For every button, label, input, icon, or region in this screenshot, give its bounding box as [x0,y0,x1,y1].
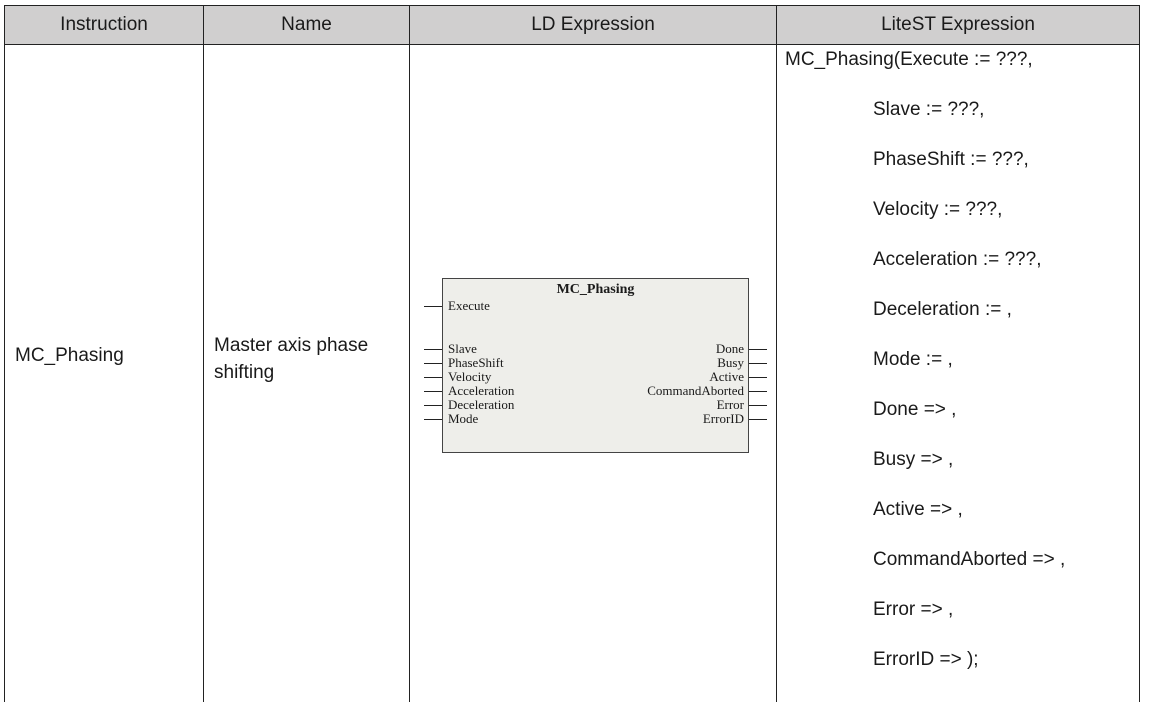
instruction-value: MC_Phasing [15,345,124,366]
ld-input-wire [424,306,442,307]
ld-input-acceleration: Acceleration [448,383,515,398]
table-header-row: Instruction Name LD Expression LiteST Ex… [4,5,1140,45]
ld-input-wire [424,377,442,378]
litest-line: Done => , [873,399,957,420]
ld-input-wire [424,419,442,420]
ld-expression-cell: MC_Phasing Execute Slave PhaseShift Velo… [409,44,777,702]
ld-input-deceleration: Deceleration [448,397,515,412]
ld-input-mode: Mode [448,411,479,426]
name-value: Master axis phase shifting [214,335,369,383]
litest-line: PhaseShift := ???, [873,149,1029,170]
ld-output-wire [749,363,767,364]
ld-function-block: MC_Phasing Execute Slave PhaseShift Velo… [424,278,767,453]
ld-output-wire [749,349,767,350]
litest-expression-cell: MC_Phasing(Execute := ???, Slave := ???,… [776,44,1140,702]
header-ld-expression: LD Expression [409,5,777,45]
ld-output-error: Error [716,397,744,412]
ld-output-wire [749,391,767,392]
ld-input-wire [424,391,442,392]
litest-line: Slave := ???, [873,99,985,120]
ld-input-wire [424,349,442,350]
ld-output-wire [749,419,767,420]
ld-output-busy: Busy [717,355,744,370]
table-row: MC_Phasing Master axis phase shifting MC… [4,44,1140,702]
ld-output-done: Done [715,341,744,356]
ld-input-wire [424,363,442,364]
ld-output-errorid: ErrorID [702,411,744,426]
instruction-table: Instruction Name LD Expression LiteST Ex… [4,5,1140,702]
litest-line: MC_Phasing(Execute := ???, [785,49,1033,70]
ld-input-phaseshift: PhaseShift [448,355,504,370]
instruction-cell: MC_Phasing [4,44,204,702]
litest-line: Error => , [873,599,954,620]
ld-output-commandaborted: CommandAborted [647,383,744,398]
header-name: Name [203,5,410,45]
header-instruction: Instruction [4,5,204,45]
litest-line: Active => , [873,499,963,520]
litest-line: ErrorID => ); [873,649,979,670]
ld-output-wire [749,405,767,406]
litest-line: CommandAborted => , [873,549,1066,570]
ld-input-slave: Slave [448,341,477,356]
ld-input-wire [424,405,442,406]
header-litest-expression: LiteST Expression [776,5,1140,45]
ld-block-title: MC_Phasing [556,282,635,297]
litest-line: Acceleration := ???, [873,249,1042,270]
litest-line: Velocity := ???, [873,199,1003,220]
ld-input-velocity: Velocity [448,369,492,384]
litest-line: Deceleration := , [873,299,1012,320]
litest-line: Busy => , [873,449,954,470]
name-cell: Master axis phase shifting [203,44,410,702]
ld-output-active: Active [709,369,744,384]
ld-input-execute: Execute [448,298,490,313]
ld-output-wire [749,377,767,378]
litest-line: Mode := , [873,349,953,370]
